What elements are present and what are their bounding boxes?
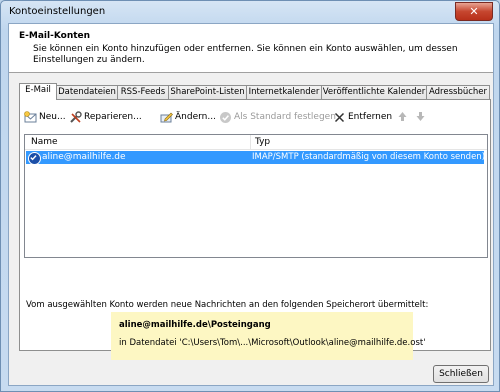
new-label: Neu...	[39, 112, 66, 122]
tab-email[interactable]: E-Mail	[19, 83, 57, 100]
tab-published-calendars[interactable]: Veröffentlichte Kalender	[321, 85, 427, 99]
remove-button[interactable]: Entfernen	[333, 109, 392, 125]
tab-sharepoint-lists[interactable]: SharePoint-Listen	[168, 85, 247, 99]
email-tab-panel: Neu... Reparieren... Ändern... Als Stand…	[19, 99, 491, 360]
accounts-list[interactable]: Name Typ aline@mailhilfe.de IMAP/SMTP (s…	[24, 134, 488, 258]
set-default-label: Als Standard festlegen	[234, 112, 336, 122]
account-name: aline@mailhilfe.de	[42, 152, 126, 162]
delivery-data-file: in Datendatei 'C:\Users\Tom\...\Microsof…	[119, 338, 426, 348]
dialog-header: E-Mail-Konten Sie können ein Konto hinzu…	[9, 24, 493, 73]
repair-tools-icon	[70, 110, 82, 123]
arrow-down-icon	[416, 112, 425, 121]
account-type: IMAP/SMTP (standardmäßig von diesem Kont…	[252, 152, 486, 162]
account-row[interactable]: aline@mailhilfe.de IMAP/SMTP (standardmä…	[26, 151, 486, 165]
dialog-client-area: E-Mail-Konten Sie können ein Konto hinzu…	[8, 23, 494, 386]
repair-button[interactable]: Reparieren...	[69, 109, 142, 125]
arrow-up-icon	[398, 112, 407, 121]
column-header-type[interactable]: Typ	[255, 137, 270, 147]
account-toolbar: Neu... Reparieren... Ändern... Als Stand…	[24, 109, 486, 125]
change-button[interactable]: Ändern...	[160, 109, 216, 125]
change-settings-icon	[160, 112, 173, 122]
delivery-folder: aline@mailhilfe.de\Posteingang	[119, 320, 271, 330]
window-title: Kontoeinstellungen	[9, 6, 106, 17]
new-mail-icon	[24, 110, 37, 122]
default-account-check-icon	[28, 152, 41, 165]
window-close-button[interactable]: ✕	[455, 2, 493, 21]
change-label: Ändern...	[175, 112, 216, 122]
check-circle-icon	[220, 111, 231, 123]
tab-rss-feeds[interactable]: RSS-Feeds	[117, 85, 169, 99]
delivery-location-box: aline@mailhilfe.de\Posteingang in Datend…	[111, 312, 426, 360]
section-description: Sie können ein Konto hinzufügen oder ent…	[33, 44, 458, 65]
tab-data-files[interactable]: Datendateien	[56, 85, 118, 99]
move-up-button[interactable]	[396, 109, 411, 125]
repair-label: Reparieren...	[84, 112, 142, 122]
remove-label: Entfernen	[348, 112, 393, 122]
close-dialog-button[interactable]: Schließen	[433, 365, 489, 383]
delivery-location-label: Vom ausgewählten Konto werden neue Nachr…	[26, 300, 429, 310]
column-header-name[interactable]: Name	[31, 137, 58, 147]
tab-address-books[interactable]: Adressbücher	[426, 85, 490, 99]
column-divider[interactable]	[250, 135, 251, 149]
tab-strip: E-Mail Datendateien RSS-Feeds SharePoint…	[19, 83, 490, 100]
account-settings-window: Kontoeinstellungen ✕ E-Mail-Konten Sie k…	[0, 0, 500, 392]
remove-x-icon	[334, 112, 345, 122]
tab-internet-calendars[interactable]: Internetkalender	[246, 85, 322, 99]
move-down-button[interactable]	[414, 109, 429, 125]
list-header: Name Typ	[25, 135, 487, 150]
set-default-button[interactable]: Als Standard festlegen	[219, 109, 336, 125]
new-account-button[interactable]: Neu...	[24, 109, 66, 125]
section-title: E-Mail-Konten	[19, 31, 91, 41]
title-bar[interactable]: Kontoeinstellungen ✕	[1, 1, 499, 23]
